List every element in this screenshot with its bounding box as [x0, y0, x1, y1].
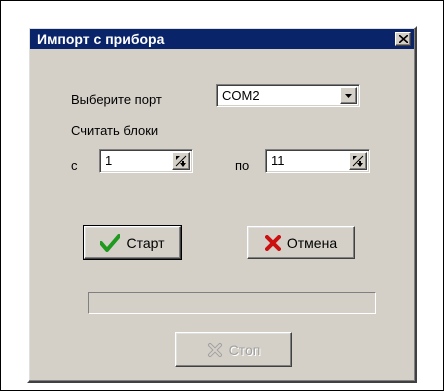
port-select[interactable]: COM2	[216, 84, 360, 107]
stop-icon	[207, 342, 222, 357]
port-select-value: COM2	[222, 88, 260, 103]
title-bar[interactable]: Импорт с прибора	[30, 29, 414, 49]
spinner-icon	[175, 155, 187, 167]
port-label: Выберите порт	[71, 92, 162, 107]
from-label: с	[71, 158, 78, 173]
start-button[interactable]: Старт	[83, 225, 182, 260]
to-block-field[interactable]: 11	[265, 149, 370, 173]
stop-button[interactable]: Стоп	[175, 332, 292, 367]
blocks-label: Считать блоки	[71, 123, 159, 138]
port-dropdown-button[interactable]	[340, 87, 357, 104]
close-icon	[399, 35, 408, 43]
spinner-icon	[352, 155, 364, 167]
from-block-value: 1	[105, 153, 113, 168]
import-dialog: Импорт с прибора Выберите порт COM2 Счит…	[27, 26, 417, 383]
to-label: по	[235, 158, 250, 173]
checkmark-icon	[100, 233, 121, 252]
to-block-value: 11	[271, 153, 285, 168]
cancel-button-label: Отмена	[286, 234, 338, 251]
close-button[interactable]	[395, 32, 411, 46]
start-button-label: Старт	[126, 234, 165, 251]
window-title: Импорт с прибора	[37, 31, 165, 47]
from-block-field[interactable]: 1	[99, 149, 193, 173]
stop-button-label: Стоп	[228, 341, 261, 358]
x-icon	[264, 234, 281, 251]
chevron-down-icon	[345, 94, 352, 98]
cancel-button[interactable]: Отмена	[247, 226, 355, 259]
to-spinner-button[interactable]	[349, 152, 367, 170]
progress-bar	[88, 292, 376, 314]
from-spinner-button[interactable]	[172, 152, 190, 170]
